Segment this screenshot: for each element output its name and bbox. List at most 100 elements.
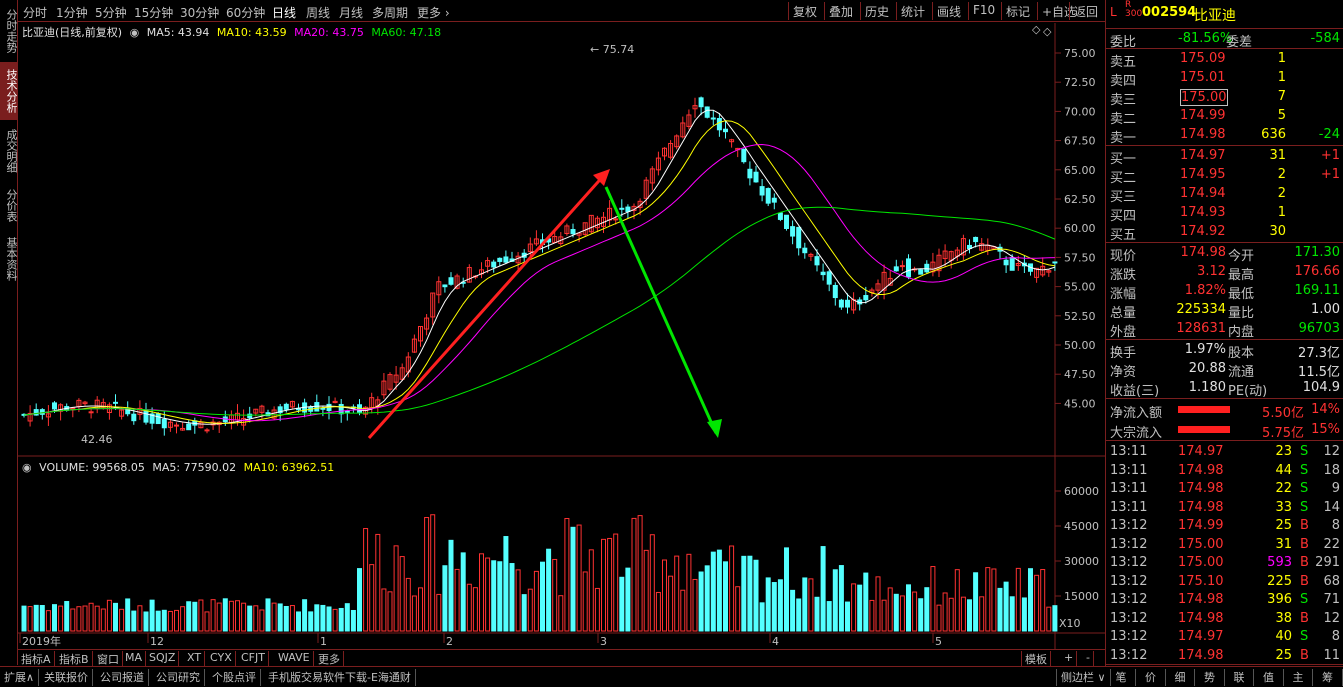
expand-button[interactable]: 扩展∧ xyxy=(0,669,40,686)
period-60min[interactable]: 60分钟 xyxy=(226,4,265,21)
date-tick-label: 2 xyxy=(446,635,453,648)
sell-order-row: 卖一 174.98 636 -24 xyxy=(1110,127,1340,146)
diamond-icon[interactable]: ◇ xyxy=(1032,23,1041,36)
period-more[interactable]: 更多 › xyxy=(417,4,450,21)
high-annotation: ← 75.74 xyxy=(590,43,634,56)
right-tab-0[interactable]: 笔 xyxy=(1107,669,1136,686)
period-1min[interactable]: 1分钟 xyxy=(56,4,88,21)
tab-window[interactable]: 窗口 xyxy=(94,651,123,666)
quote-row: 总量 225334 量比 1.00 xyxy=(1110,302,1340,321)
toolbar-stats-button[interactable]: 统计 xyxy=(896,2,929,20)
tab-wave[interactable]: WAVE xyxy=(275,651,314,666)
price-tick-label: 47.50 xyxy=(1064,368,1096,381)
period-intraday[interactable]: 分时 xyxy=(23,4,47,21)
toolbar-back-button[interactable]: 返回 xyxy=(1069,2,1102,20)
stock-prefix: L xyxy=(1110,5,1117,19)
tab-trade-details[interactable]: 成交明细 xyxy=(0,122,18,180)
quote-row: 涨幅 1.82% 最低 169.11 xyxy=(1110,283,1340,302)
tab-ma[interactable]: MA xyxy=(122,651,147,666)
mobile-download-link[interactable]: 手机版交易软件下载-E海通财 xyxy=(264,669,416,686)
period-multi[interactable]: 多周期 xyxy=(372,4,408,21)
tab-fundamentals[interactable]: 基本资料 xyxy=(0,230,18,288)
expand-icon[interactable]: ◇ xyxy=(1043,25,1052,38)
buy-order-row: 买一 174.97 31 +1 xyxy=(1110,148,1340,167)
tab-xt[interactable]: XT xyxy=(184,651,206,666)
date-tick-label: 2019年 xyxy=(22,634,61,648)
tick-row: 13:11 174.97 23 S 12 xyxy=(1110,444,1340,459)
period-30min[interactable]: 30分钟 xyxy=(180,4,219,21)
template-button[interactable]: 模板 xyxy=(1021,651,1051,666)
toolbar-draw-button[interactable]: 画线 xyxy=(932,2,965,20)
buy-order-row: 买四 174.93 1 xyxy=(1110,205,1286,224)
stock-code: 002594 xyxy=(1142,5,1197,20)
price-tick-label: 60.00 xyxy=(1064,222,1096,235)
volume-label: VOLUME: 99568.05 xyxy=(39,461,145,474)
date-tick-label: 1 xyxy=(320,635,327,648)
toolbar-mark-button[interactable]: 标记 xyxy=(1001,2,1034,20)
period-15min[interactable]: 15分钟 xyxy=(134,4,173,21)
price-tick-label: 67.50 xyxy=(1064,135,1096,148)
company-research-link[interactable]: 公司研究 xyxy=(152,669,205,686)
right-tab-5[interactable]: 值 xyxy=(1255,669,1284,686)
buy-order-row: 买二 174.95 2 +1 xyxy=(1110,167,1340,186)
tab-cyx[interactable]: CYX xyxy=(207,651,236,666)
date-tick-label: 4 xyxy=(772,635,779,648)
stock-header: L R 300 002594 比亚迪 xyxy=(1106,1,1343,26)
date-tick-label: 5 xyxy=(935,635,942,648)
settings-icon[interactable]: ◉ xyxy=(22,461,32,474)
period-monthly[interactable]: 月线 xyxy=(339,4,363,21)
zoom-in-button[interactable]: + xyxy=(1061,651,1078,666)
settings-icon[interactable]: ◉ xyxy=(130,26,140,39)
tick-row: 13:12 174.98 25 B 11 xyxy=(1110,647,1340,663)
related-quotes-link[interactable]: 关联报价 xyxy=(40,669,93,686)
right-tab-6[interactable]: 主 xyxy=(1284,669,1313,686)
toolbar-adjust-button[interactable]: 复权 xyxy=(788,2,821,20)
price-tick-label: 55.00 xyxy=(1064,281,1096,294)
quote-row: 外盘 128631 内盘 96703 xyxy=(1110,321,1340,340)
right-tab-4[interactable]: 联 xyxy=(1225,669,1254,686)
tab-technical-analysis[interactable]: 技术分析 xyxy=(0,62,18,120)
sell-order-row: 卖四 175.01 1 xyxy=(1110,70,1286,89)
ma5-label: MA5: 43.94 xyxy=(146,26,210,39)
flow-row: 大宗流入 5.75亿 15% xyxy=(1110,422,1340,441)
right-tab-1[interactable]: 价 xyxy=(1137,669,1166,686)
quote-row: 净资 20.88 流通 11.5亿 xyxy=(1110,361,1340,380)
tab-more[interactable]: 更多 xyxy=(315,651,344,666)
toolbar-history-button[interactable]: 历史 xyxy=(860,2,893,20)
price-tick-label: 70.00 xyxy=(1064,105,1096,118)
period-weekly[interactable]: 周线 xyxy=(306,4,330,21)
flow-row: 净流入额 5.50亿 14% xyxy=(1110,402,1340,421)
company-news-link[interactable]: 公司报道 xyxy=(96,669,149,686)
tab-indicator-a[interactable]: 指标A xyxy=(18,651,55,666)
tab-indicator-b[interactable]: 指标B xyxy=(56,651,93,666)
period-daily[interactable]: 日线 xyxy=(272,4,296,21)
sell-order-row: 卖三 175.00 7 xyxy=(1110,89,1286,108)
stock-review-link[interactable]: 个股点评 xyxy=(208,669,261,686)
zoom-out-button[interactable]: - xyxy=(1083,651,1094,666)
chart-legend: 比亚迪(日线,前复权) ◉ MA5: 43.94 MA10: 43.59 MA2… xyxy=(22,24,445,40)
tick-row: 13:11 174.98 22 S 9 xyxy=(1110,481,1340,496)
date-tick-label: 12 xyxy=(150,635,164,648)
tab-price-table[interactable]: 分价表 xyxy=(0,182,18,228)
price-tick-label: 75.00 xyxy=(1064,47,1096,60)
kline-chart[interactable]: 75.00 72.50 70.00 67.50 65.00 62.50 60.00 57.50… xyxy=(18,23,1105,649)
tab-intraday[interactable]: 分时走势 xyxy=(0,2,18,60)
price-tick-label: 65.00 xyxy=(1064,164,1096,177)
toolbar-overlay-button[interactable]: 叠加 xyxy=(824,2,857,20)
sell-order-row: 卖二 174.99 5 xyxy=(1110,108,1286,127)
price-tick-label: 72.50 xyxy=(1064,76,1096,89)
toolbar-f10-button[interactable]: F10 xyxy=(968,2,999,20)
price-tick-label: 45.00 xyxy=(1064,397,1096,410)
period-5min[interactable]: 5分钟 xyxy=(95,4,127,21)
sidebar-toggle[interactable]: 侧边栏 ∨ xyxy=(1056,669,1111,686)
right-tab-7[interactable]: 筹 xyxy=(1314,669,1343,686)
volume-tick-label: 60000 xyxy=(1064,485,1099,498)
tab-cfjt[interactable]: CFJT xyxy=(238,651,269,666)
right-tab-2[interactable]: 细 xyxy=(1166,669,1195,686)
quote-row: 涨跌 3.12 最高 176.66 xyxy=(1110,264,1340,283)
volume-unit: X10 xyxy=(1059,617,1081,630)
tab-sqjz[interactable]: SQJZ xyxy=(146,651,180,666)
left-tab-strip: 分时走势 技术分析 成交明细 分价表 基本资料 xyxy=(0,0,18,665)
date-tick-label: 3 xyxy=(600,635,607,648)
right-tab-3[interactable]: 势 xyxy=(1196,669,1225,686)
